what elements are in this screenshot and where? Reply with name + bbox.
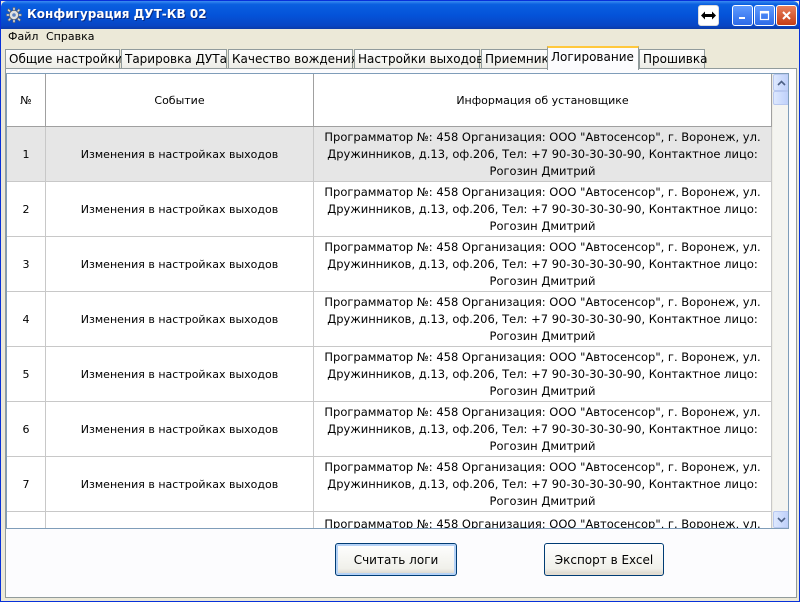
tab-receiver[interactable]: Приемник	[481, 49, 549, 69]
close-button[interactable]	[776, 5, 797, 26]
row-installer-info: Программатор №: 458 Организация: ООО "Ав…	[314, 512, 772, 528]
tab-firmware[interactable]: Прошивка	[639, 49, 707, 69]
export-excel-button[interactable]: Экспорт в Excel	[544, 543, 664, 576]
row-installer-info: Программатор №: 458 Организация: ООО "Ав…	[314, 292, 772, 346]
log-table: № Событие Информация об установщике 1 Из…	[6, 73, 789, 529]
swap-button[interactable]	[698, 5, 719, 26]
app-window: Конфигурация ДУТ-КВ 02 Файл Справка Общи…	[0, 0, 800, 602]
row-event: Изменения в настройках выходов	[46, 347, 314, 401]
row-event: Изменения в настройках выходов	[46, 127, 314, 181]
row-number: 6	[7, 402, 46, 456]
vertical-scrollbar[interactable]	[772, 74, 788, 528]
row-number: 5	[7, 347, 46, 401]
title-bar[interactable]: Конфигурация ДУТ-КВ 02	[1, 1, 799, 29]
minimize-icon	[739, 17, 745, 19]
row-event: Изменения в настройках выходов	[46, 182, 314, 236]
table-header: № Событие Информация об установщике	[7, 74, 772, 127]
row-number: 4	[7, 292, 46, 346]
menu-help[interactable]: Справка	[46, 30, 94, 43]
row-installer-info: Программатор №: 458 Организация: ООО "Ав…	[314, 182, 772, 236]
row-event: Изменения в настройках выходов	[46, 402, 314, 456]
table-row[interactable]: 2 Изменения в настройках выходов Програм…	[7, 182, 772, 237]
scroll-thumb[interactable]	[773, 91, 788, 105]
tab-driving-quality[interactable]: Качество вождения	[228, 49, 358, 69]
tab-strip: Общие настройки Тарировка ДУТа Качество …	[5, 46, 797, 70]
gear-icon	[6, 7, 22, 23]
tab-general-settings[interactable]: Общие настройки	[5, 49, 123, 69]
scroll-down-button[interactable]	[773, 511, 788, 528]
menu-bar: Файл Справка	[2, 29, 798, 46]
row-event: Изменения в настройках выходов	[46, 292, 314, 346]
row-installer-info: Программатор №: 458 Организация: ООО "Ав…	[314, 457, 772, 511]
row-event: Изменения в настройках выходов	[46, 237, 314, 291]
row-installer-info: Программатор №: 458 Организация: ООО "Ав…	[314, 402, 772, 456]
row-number: 3	[7, 237, 46, 291]
table-row[interactable]: 4 Изменения в настройках выходов Програм…	[7, 292, 772, 347]
window-title: Конфигурация ДУТ-КВ 02	[27, 7, 207, 21]
table-row[interactable]: 1 Изменения в настройках выходов Програм…	[7, 127, 772, 182]
row-number	[7, 512, 46, 528]
chevron-down-icon	[777, 516, 786, 523]
tab-logging[interactable]: Логирование	[547, 46, 639, 70]
column-header-number[interactable]: №	[7, 74, 46, 127]
row-installer-info: Программатор №: 458 Организация: ООО "Ав…	[314, 347, 772, 401]
chevron-up-icon	[777, 79, 786, 86]
minimize-button[interactable]	[732, 5, 753, 26]
double-arrow-icon	[701, 11, 716, 20]
row-number: 1	[7, 127, 46, 181]
table-row[interactable]: 7 Изменения в настройках выходов Програм…	[7, 457, 772, 512]
row-number: 7	[7, 457, 46, 511]
table-row[interactable]: 3 Изменения в настройках выходов Програм…	[7, 237, 772, 292]
table-row[interactable]: Программатор №: 458 Организация: ООО "Ав…	[7, 512, 772, 528]
menu-file[interactable]: Файл	[8, 30, 38, 43]
row-event	[46, 512, 314, 528]
column-header-event[interactable]: Событие	[46, 74, 314, 127]
close-icon	[782, 11, 791, 20]
maximize-button[interactable]	[754, 5, 775, 26]
table-row[interactable]: 6 Изменения в настройках выходов Програм…	[7, 402, 772, 457]
row-event: Изменения в настройках выходов	[46, 457, 314, 511]
read-logs-button[interactable]: Считать логи	[335, 543, 457, 576]
maximize-icon	[759, 10, 770, 21]
column-header-installer-info[interactable]: Информация об установщике	[314, 74, 772, 127]
row-number: 2	[7, 182, 46, 236]
row-installer-info: Программатор №: 458 Организация: ООО "Ав…	[314, 237, 772, 291]
tab-calibration[interactable]: Тарировка ДУТа	[121, 49, 227, 69]
scroll-up-button[interactable]	[773, 74, 788, 91]
table-row[interactable]: 5 Изменения в настройках выходов Програм…	[7, 347, 772, 402]
tab-output-settings[interactable]: Настройки выходов	[354, 49, 483, 69]
row-installer-info: Программатор №: 458 Организация: ООО "Ав…	[314, 127, 772, 181]
